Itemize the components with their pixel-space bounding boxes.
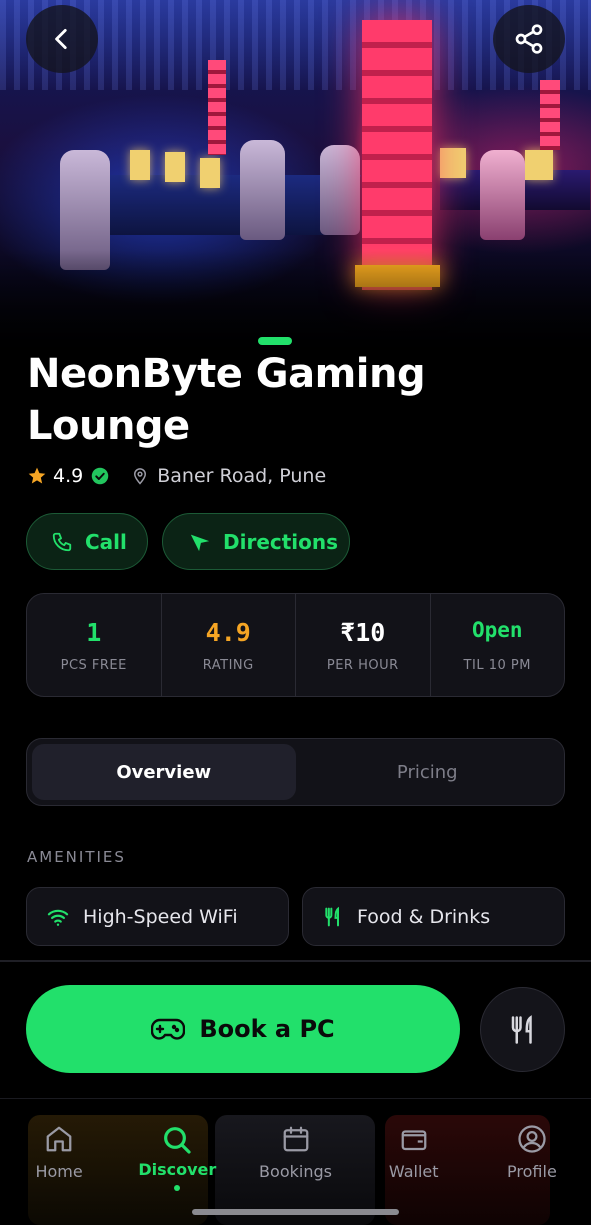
stat-rating: 4.9 RATING (162, 594, 296, 696)
home-indicator (192, 1209, 399, 1215)
fork-knife-icon (511, 1014, 532, 1044)
venue-location: Baner Road, Pune (157, 465, 327, 487)
amenity-wifi: High-Speed WiFi (26, 887, 289, 946)
gamepad-icon (151, 1018, 186, 1040)
monitor (130, 150, 150, 180)
nav-home[interactable]: Home (0, 1118, 118, 1208)
amenity-label: Food & Drinks (357, 905, 491, 928)
call-label: Call (85, 529, 127, 554)
search-icon (164, 1127, 191, 1154)
nav-bookings[interactable]: Bookings (236, 1118, 354, 1208)
detail-tabs: Overview Pricing (26, 738, 565, 806)
wifi-icon (47, 909, 69, 926)
monitor (165, 152, 185, 182)
share-icon (515, 24, 543, 54)
neon-pillar (540, 80, 560, 150)
amenity-label: High-Speed WiFi (83, 905, 238, 928)
stat-label: PCS FREE (60, 657, 127, 673)
bottom-nav: Home Discover Bookings Wallet Profile (0, 1118, 591, 1208)
phone-icon (52, 532, 72, 551)
divider (0, 960, 591, 962)
gaming-chair (320, 145, 360, 235)
nav-wallet[interactable]: Wallet (355, 1118, 473, 1208)
stat-value: Open (471, 617, 523, 642)
book-pc-label: Book a PC (199, 1015, 335, 1043)
home-icon (46, 1126, 72, 1152)
venue-rating: 4.9 (53, 465, 84, 487)
stat-label: RATING (202, 657, 254, 673)
gaming-chair (240, 140, 285, 240)
nav-discover[interactable]: Discover (118, 1118, 236, 1208)
navigation-arrow-icon (190, 534, 210, 551)
location-pin-icon (134, 468, 147, 485)
verified-icon (91, 467, 109, 485)
gaming-desk (79, 175, 361, 235)
wallet-icon (401, 1130, 427, 1151)
nav-profile[interactable]: Profile (473, 1118, 591, 1208)
amenity-food: Food & Drinks (302, 887, 565, 946)
stat-hours: Open TIL 10 PM (431, 594, 565, 696)
nav-label: Bookings (259, 1162, 332, 1181)
tab-overview[interactable]: Overview (32, 744, 296, 800)
monitor (525, 150, 553, 180)
venue-meta: 4.9 Baner Road, Pune (27, 462, 326, 490)
stats-card: 1 PCS FREE 4.9 RATING ₹10 PER HOUR Open … (26, 593, 565, 697)
stat-value: 4.9 (205, 617, 251, 647)
stat-label: PER HOUR (326, 657, 399, 673)
back-button[interactable] (26, 5, 98, 73)
star-icon (28, 467, 46, 484)
nav-label: Wallet (388, 1162, 439, 1181)
tab-pricing[interactable]: Pricing (296, 744, 560, 800)
hero-fade (0, 250, 591, 360)
share-button[interactable] (493, 5, 565, 73)
neon-pillar (208, 60, 226, 155)
user-icon (518, 1125, 546, 1153)
stat-price: ₹10 PER HOUR (296, 594, 431, 696)
nav-label: Home (35, 1162, 83, 1181)
nav-label: Profile (507, 1162, 557, 1181)
stat-label: TIL 10 PM (463, 657, 531, 673)
amenities-heading: AMENITIES (27, 848, 126, 866)
directions-button[interactable]: Directions (162, 513, 350, 570)
stat-value: ₹10 (340, 617, 386, 647)
book-pc-button[interactable]: Book a PC (26, 985, 460, 1073)
carousel-indicator (258, 337, 292, 345)
fork-knife-icon (325, 906, 339, 926)
active-dot (174, 1185, 181, 1191)
food-order-button[interactable] (480, 987, 565, 1072)
stat-value: 1 (86, 617, 102, 647)
calendar-icon (283, 1126, 308, 1152)
chevron-left-icon (55, 28, 67, 50)
gaming-chair (480, 150, 525, 240)
directions-label: Directions (223, 529, 339, 554)
nav-label: Discover (138, 1160, 217, 1179)
call-button[interactable]: Call (26, 513, 148, 570)
monitor (200, 158, 220, 188)
monitor (440, 148, 466, 178)
stat-pcs-free: 1 PCS FREE (27, 594, 162, 696)
venue-title: NeonByte Gaming Lounge (27, 351, 426, 449)
